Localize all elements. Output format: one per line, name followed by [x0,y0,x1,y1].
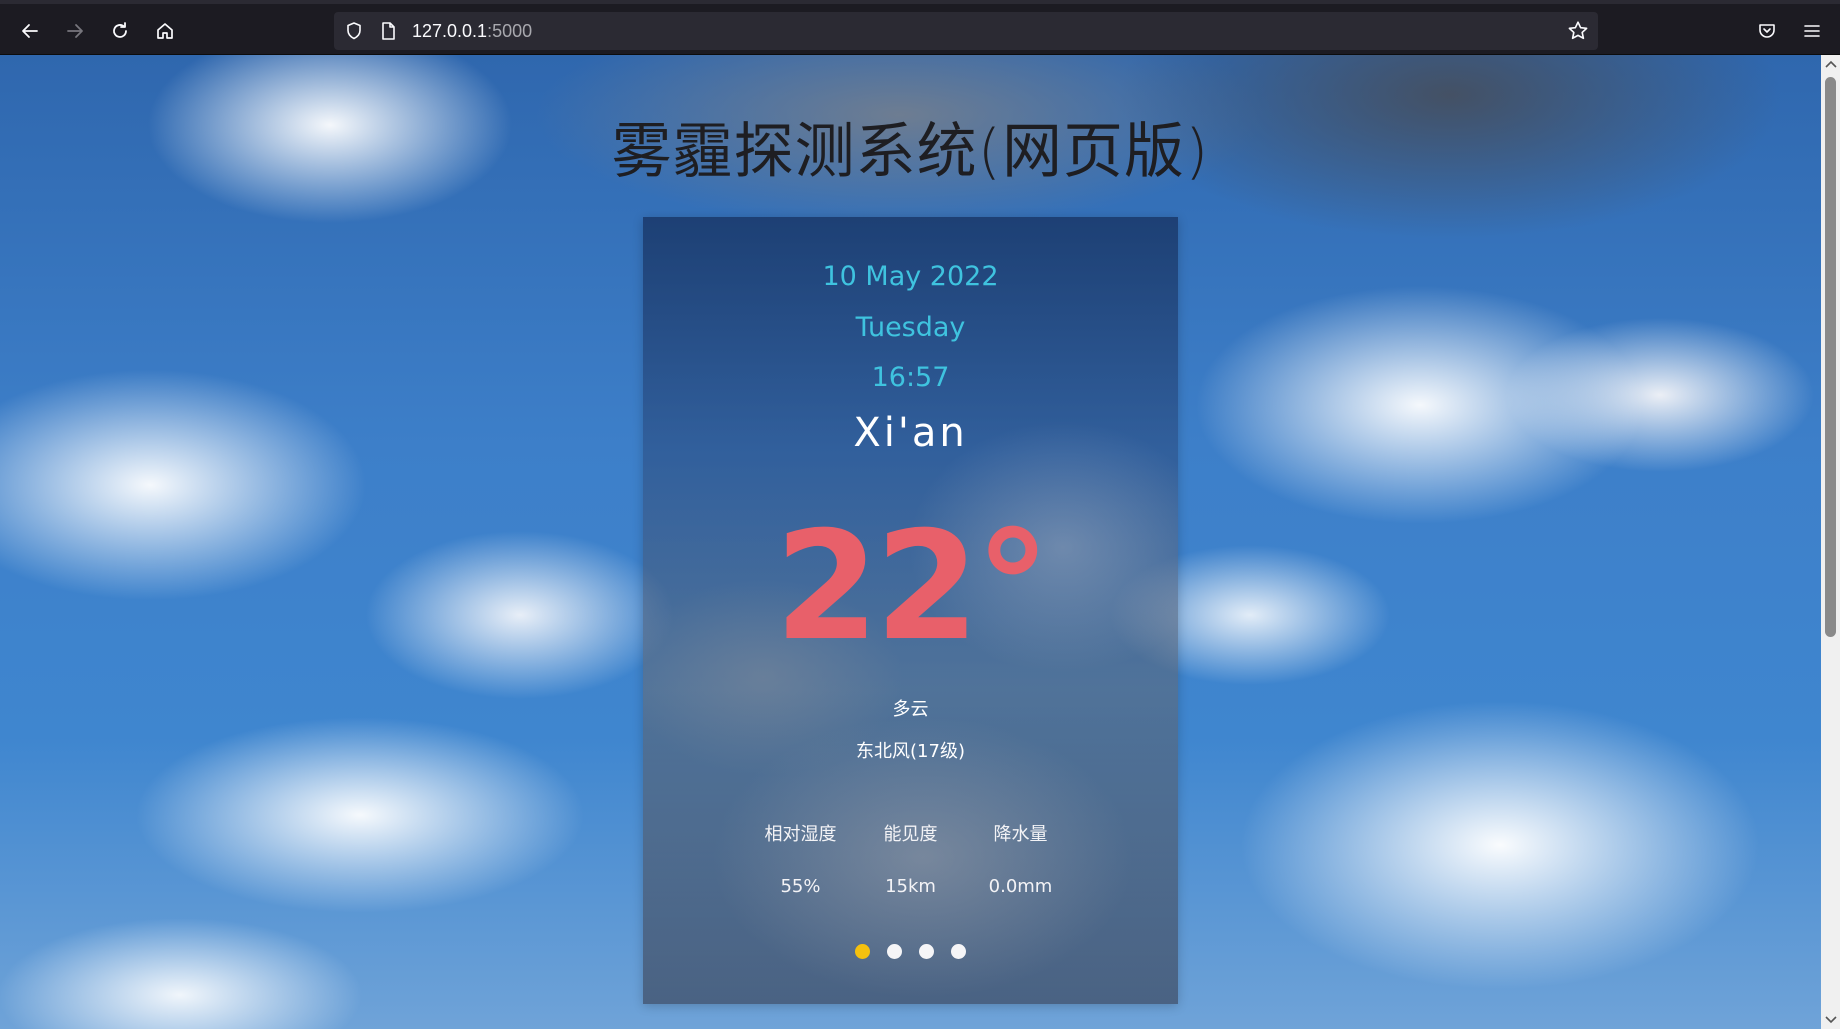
url-bar[interactable]: 127.0.0.1:5000 [334,12,1598,50]
url-text[interactable]: 127.0.0.1:5000 [412,21,532,42]
stat-label: 相对湿度 [764,824,837,845]
pocket-button[interactable] [1752,16,1782,46]
carousel-dots [643,944,1178,959]
scroll-thumb[interactable] [1825,77,1836,637]
weather-condition: 多云 [892,699,929,720]
carousel-dot[interactable] [886,944,902,959]
stat-label: 能见度 [883,824,938,845]
page-icon[interactable] [378,21,398,41]
browser-toolbar: 127.0.0.1:5000 [0,0,1840,55]
chevron-up-icon [1824,60,1837,68]
page-scrollbar[interactable] [1821,55,1840,1029]
shield-icon[interactable] [344,21,364,41]
url-port: :5000 [487,21,533,41]
home-button[interactable] [150,16,180,46]
weather-card: 10 May 2022 Tuesday 16:57 Xi'an 22° 多云 东… [643,217,1178,1004]
back-arrow-icon [22,24,38,38]
back-button[interactable] [15,16,45,46]
stat-humidity: 相对湿度 55% [763,820,839,897]
temperature: 22° [774,500,1051,674]
pocket-icon [1759,24,1775,38]
scroll-down-button[interactable] [1821,1011,1840,1029]
weather-date: 10 May 2022 [822,261,999,292]
menu-icon [1804,25,1820,37]
bookmark-star-icon[interactable] [1567,20,1589,42]
weather-weekday: Tuesday [855,312,966,343]
reload-icon [113,22,127,38]
carousel-dot[interactable] [950,944,966,959]
wind-info: 东北风(17级) [856,741,965,762]
reload-button[interactable] [105,16,135,46]
app-menu-button[interactable] [1797,16,1827,46]
stat-value: 55% [780,876,821,897]
stat-value: 15km [885,876,936,897]
page-title: 雾霾探测系统(网页版) [611,117,1210,187]
weather-time: 16:57 [871,362,950,393]
stat-visibility: 能见度 15km [873,820,949,897]
forward-arrow-icon [67,24,83,38]
carousel-dot[interactable] [918,944,934,959]
weather-stats: 相对湿度 55% 能见度 15km 降水量 0.0mm [643,820,1178,897]
chevron-down-icon [1824,1016,1837,1024]
url-host: 127.0.0.1 [412,21,488,41]
stat-precipitation: 降水量 0.0mm [983,820,1059,897]
stat-label: 降水量 [993,824,1048,845]
home-icon [157,23,173,39]
page-viewport: 雾霾探测系统(网页版) 10 May 2022 Tuesday 16:57 Xi… [0,55,1821,1029]
scroll-up-button[interactable] [1821,55,1840,73]
carousel-dot[interactable] [854,944,870,959]
city-name: Xi'an [853,410,968,456]
stat-value: 0.0mm [988,876,1053,897]
forward-button[interactable] [60,16,90,46]
